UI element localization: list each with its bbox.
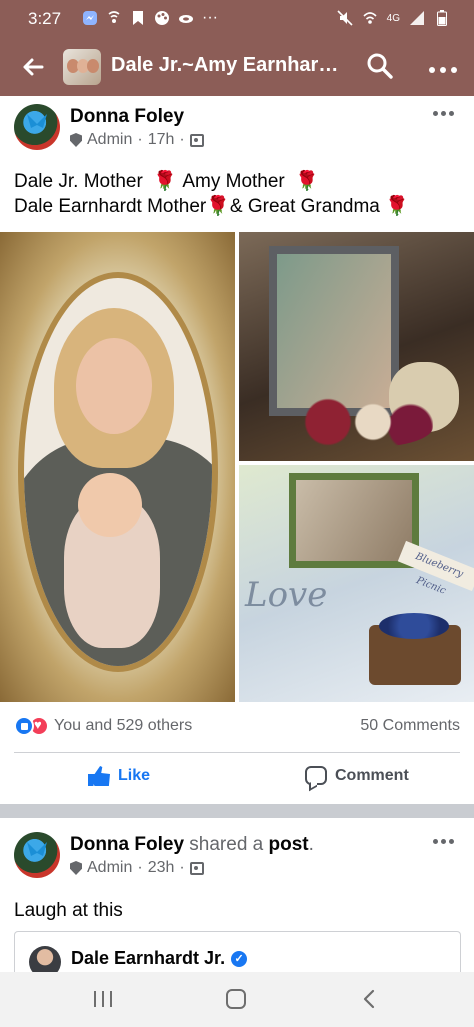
post-author[interactable]: Donna Foley [70,834,184,855]
reactions-count: You and 529 others [54,717,193,734]
thumbs-up-icon [88,766,110,786]
post-text-line1: Dale Jr. Mother 🌹 Amy Mother 🌹 [14,171,319,192]
group-privacy-icon [189,861,204,875]
post-text: Laugh at this [14,900,123,921]
home-icon[interactable] [226,989,246,1009]
group-title[interactable]: Dale Jr.~Amy Earnhar… [111,54,338,77]
cloud-icon [178,10,194,26]
like-label: Like [118,767,151,784]
mute-icon [337,10,353,26]
system-icons: 4G [337,10,450,26]
comments-count[interactable]: 50 Comments [360,717,460,735]
signal-icon [409,10,425,26]
author-avatar[interactable] [14,832,60,878]
more-dots-icon: ··· [202,9,218,26]
divider [14,752,460,753]
reactions-summary[interactable]: You and 529 others [14,716,192,736]
bookmark-icon [130,10,146,26]
system-nav-bar [0,972,474,1027]
author-role: Admin [87,859,133,876]
notification-icons: ··· [82,10,218,26]
admin-shield-icon [70,133,82,147]
hotspot-icon [362,10,378,26]
more-dots-icon[interactable] [428,62,458,73]
battery-icon [434,10,450,26]
photo-script-text: Love [245,575,328,615]
rose-emoji-icon: 🌹 [385,196,409,217]
like-button[interactable]: Like [88,766,150,786]
admin-shield-icon [70,861,82,875]
rose-emoji-icon: 🌹 [153,171,178,192]
photo-grandmother-baby[interactable] [0,232,235,702]
comment-label: Comment [335,766,409,784]
post-meta: Admin · 17h · [70,131,204,149]
photo-collage: Love Blueberry Picnic [0,232,474,702]
status-time: 3:27 [28,9,62,28]
status-bar: 3:27 ··· 4G [0,0,474,38]
wifi-call-icon [106,10,122,26]
group-privacy-icon [189,133,204,147]
post-meta: Admin · 23h · [70,859,204,877]
photo-tag-text: Blueberry Picnic [397,540,474,597]
post-actions: Like Comment [0,758,474,800]
post-author-line[interactable]: Donna Foley shared a post. [70,834,314,856]
group-header: Dale Jr.~Amy Earnhar… [0,38,474,96]
post-options-icon[interactable] [433,839,455,847]
post-time[interactable]: 23h [148,859,175,877]
photo-blueberry-picnic[interactable]: Love Blueberry Picnic [239,465,474,702]
post-text-line2: Dale Earnhardt Mother🌹& Great Grandma 🌹 [14,196,409,217]
palette-icon [154,10,170,26]
post-options-icon[interactable] [433,111,455,119]
author-avatar[interactable] [14,104,60,150]
photo-vintage-frame[interactable] [239,232,474,461]
post-text: Dale Jr. Mother 🌹 Amy Mother 🌹 Dale Earn… [14,169,409,219]
recent-apps-icon[interactable] [94,991,112,1007]
post-time[interactable]: 17h [148,131,175,149]
rose-emoji-icon: 🌹 [206,196,230,217]
search-icon[interactable] [366,52,394,80]
network-label: 4G [386,12,400,24]
back-arrow-icon[interactable] [18,52,48,82]
comment-bubble-icon [305,766,327,785]
group-thumbnail[interactable] [63,49,101,85]
shared-post-link[interactable]: post [269,834,309,855]
like-reaction-icon [14,716,34,736]
back-chevron-icon[interactable] [362,989,376,1009]
verified-badge-icon: ✓ [231,950,248,967]
rose-emoji-icon: 🌹 [295,171,319,192]
messenger-icon [82,10,98,26]
post-separator [0,804,474,818]
comment-button[interactable]: Comment [305,766,409,785]
post-author[interactable]: Donna Foley [70,106,184,128]
author-role: Admin [87,131,133,148]
shared-author[interactable]: Dale Earnhardt Jr. ✓ [71,948,248,969]
